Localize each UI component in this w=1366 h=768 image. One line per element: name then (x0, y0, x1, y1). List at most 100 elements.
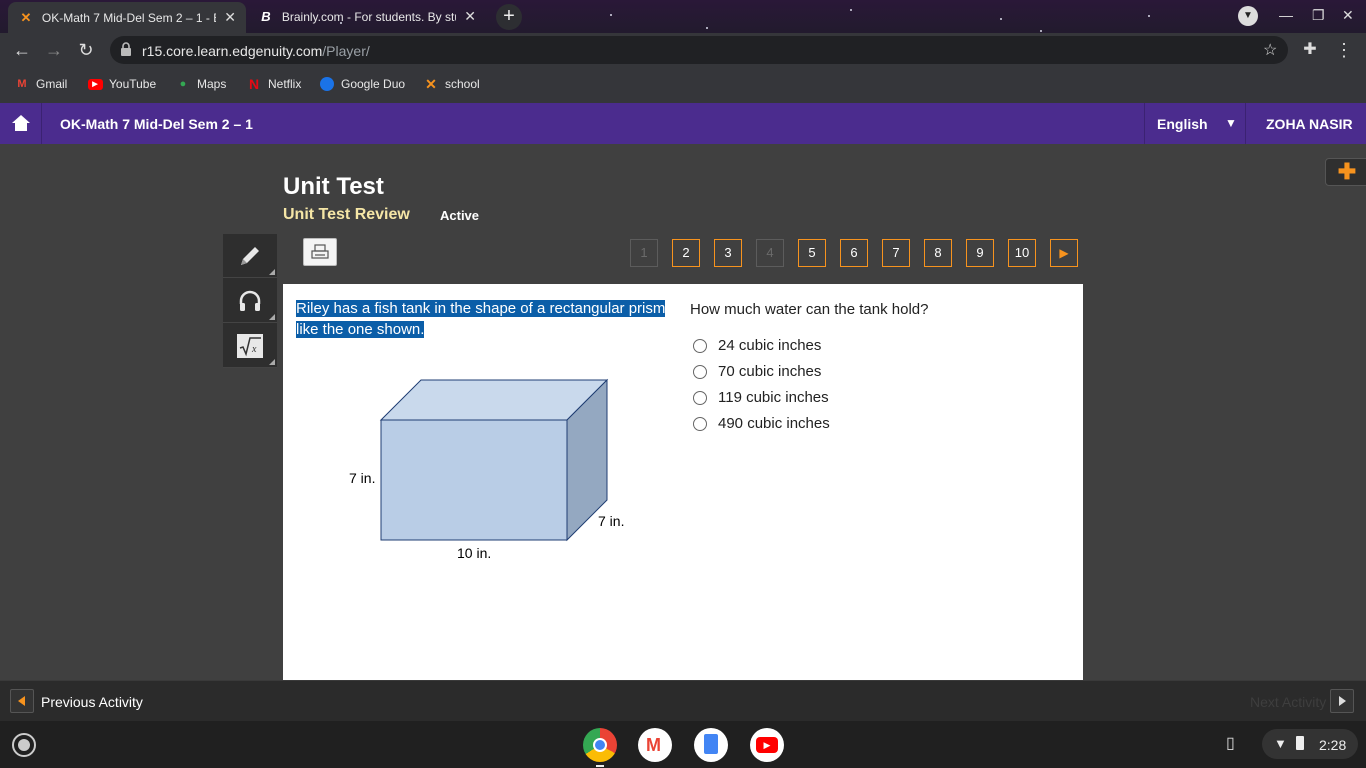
next-activity-button[interactable] (1330, 689, 1354, 713)
pencil-icon (241, 246, 259, 265)
youtube-app-icon[interactable]: ▶ (750, 728, 784, 762)
rectangular-prism-diagram (379, 378, 609, 542)
language-selector[interactable]: English ▼ (1144, 103, 1246, 144)
bookmark-netflix[interactable]: N Netflix (246, 76, 301, 92)
radio-button[interactable] (693, 416, 707, 431)
bookmark-label: Google Duo (341, 77, 406, 91)
answer-choice-label: 119 cubic inches (718, 389, 829, 406)
play-right-icon: ▶ (1059, 246, 1069, 260)
edgenuity-logo-icon: ✕ (20, 9, 32, 25)
radio-button[interactable] (693, 338, 707, 353)
answer-choice[interactable]: 24 cubic inches (693, 337, 821, 354)
bookmark-label: Netflix (268, 77, 302, 91)
activity-status: Active (440, 208, 480, 223)
audio-tool[interactable] (223, 279, 277, 323)
wallpaper-star (850, 9, 852, 11)
page-2-button[interactable]: 2 (672, 239, 700, 267)
answer-choice-label: 70 cubic inches (718, 363, 822, 380)
maps-icon: ● (179, 78, 187, 90)
chevron-down-icon: ▼ (1225, 116, 1237, 130)
clock[interactable]: 2:28 (1319, 737, 1346, 753)
page-10-button[interactable]: 10 (1008, 239, 1036, 267)
back-icon[interactable]: ← (10, 39, 34, 63)
forward-icon[interactable]: → (42, 39, 66, 63)
chrome-app-icon[interactable] (583, 728, 617, 762)
bookmark-youtube[interactable]: ▶ YouTube (87, 76, 156, 92)
question-stem-text: Riley has a fish tank in the shape of a … (296, 300, 666, 338)
expand-tools-button[interactable]: ✚ (1325, 158, 1366, 186)
youtube-icon: ▶ (756, 737, 778, 753)
brainly-logo-icon: B (261, 9, 271, 24)
plus-icon: ✚ (1337, 159, 1357, 184)
previous-activity-button[interactable] (10, 689, 34, 713)
highlighter-tool[interactable] (223, 234, 277, 278)
netflix-icon: N (248, 76, 260, 92)
gmail-app-icon[interactable]: M (638, 728, 672, 762)
browser-chrome: ✕ OK-Math 7 Mid-Del Sem 2 – 1 - Edgenuit… (0, 0, 1366, 103)
page-4-button[interactable]: 4 (756, 239, 784, 267)
tab-edgenuity[interactable]: ✕ OK-Math 7 Mid-Del Sem 2 – 1 - Edgenuit… (8, 2, 246, 33)
os-shelf: M ▶ ▯ ▼ 2:28 (0, 721, 1366, 768)
headphones-icon (239, 290, 261, 311)
language-label: English (1157, 116, 1208, 132)
page-5-button[interactable]: 5 (798, 239, 826, 267)
active-app-indicator (596, 765, 604, 767)
play-right-icon (1339, 696, 1346, 706)
new-tab-button[interactable]: + (496, 4, 522, 30)
question-panel: Riley has a fish tank in the shape of a … (283, 284, 1083, 680)
close-tab-icon[interactable]: ✕ (224, 9, 236, 26)
address-bar[interactable]: r15.core.learn.edgenuity.com/Player/ ☆ (110, 36, 1288, 64)
corner-indicator (269, 314, 275, 320)
radio-button[interactable] (693, 364, 707, 379)
menu-icon[interactable]: ⋮ (1332, 39, 1356, 63)
launcher-icon[interactable] (12, 733, 36, 757)
close-window-icon[interactable]: ✕ (1342, 7, 1354, 24)
bookmark-google-duo[interactable]: Google Duo (319, 76, 405, 92)
edgenuity-logo-icon: ✕ (425, 75, 437, 92)
reload-icon[interactable]: ↻ (74, 39, 98, 63)
docs-app-icon[interactable] (694, 728, 728, 762)
next-page-button[interactable]: ▶ (1050, 239, 1078, 267)
depth-label: 7 in. (598, 513, 625, 529)
course-title: OK-Math 7 Mid-Del Sem 2 – 1 (60, 116, 253, 132)
activity-footer: Previous Activity Next Activity (0, 680, 1366, 721)
bookmark-maps[interactable]: ● Maps (175, 76, 227, 92)
wallpaper-star (1000, 18, 1002, 20)
question-stem: Riley has a fish tank in the shape of a … (296, 298, 666, 340)
printer-icon (311, 244, 329, 259)
answer-choice[interactable]: 70 cubic inches (693, 363, 821, 380)
wallpaper-star (1040, 30, 1042, 32)
radio-button[interactable] (693, 390, 707, 405)
page-7-button[interactable]: 7 (882, 239, 910, 267)
bookmark-school[interactable]: ✕ school (423, 76, 480, 92)
activity-title: Unit Test (283, 173, 384, 200)
print-button[interactable] (303, 238, 337, 266)
chrome-center (593, 738, 607, 752)
prism-figure: 7 in. 7 in. 10 in. (343, 374, 643, 574)
restore-icon[interactable]: ❐ (1312, 7, 1325, 24)
bookmark-label: Gmail (36, 77, 68, 91)
next-activity-label: Next Activity (1250, 694, 1327, 710)
bookmark-gmail[interactable]: M Gmail (14, 76, 67, 92)
home-button[interactable] (0, 103, 42, 144)
user-name[interactable]: ZOHA NASIR (1266, 116, 1353, 132)
page-1-button[interactable]: 1 (630, 239, 658, 267)
tab-brainly[interactable]: B Brainly.com - For students. By student… (248, 0, 486, 33)
previous-activity-label[interactable]: Previous Activity (41, 694, 143, 710)
profile-dropdown-icon[interactable]: ▼ (1238, 6, 1258, 26)
answer-choice[interactable]: 119 cubic inches (693, 389, 829, 406)
page-8-button[interactable]: 8 (924, 239, 952, 267)
page-3-button[interactable]: 3 (714, 239, 742, 267)
minimize-icon[interactable]: — (1279, 7, 1293, 23)
page-9-button[interactable]: 9 (966, 239, 994, 267)
phone-hub-icon[interactable]: ▯ (1226, 733, 1246, 755)
url-text: r15.core.learn.edgenuity.com/Player/ (142, 43, 370, 59)
page-6-button[interactable]: 6 (840, 239, 868, 267)
duo-icon (319, 76, 335, 92)
close-tab-icon[interactable]: ✕ (464, 8, 476, 25)
answer-choice[interactable]: 490 cubic inches (693, 415, 830, 432)
bookmark-star-icon[interactable]: ☆ (1263, 40, 1277, 60)
lock-icon (121, 42, 131, 56)
extensions-icon[interactable]: ✚ (1298, 39, 1322, 63)
math-tool[interactable]: x (223, 324, 277, 368)
